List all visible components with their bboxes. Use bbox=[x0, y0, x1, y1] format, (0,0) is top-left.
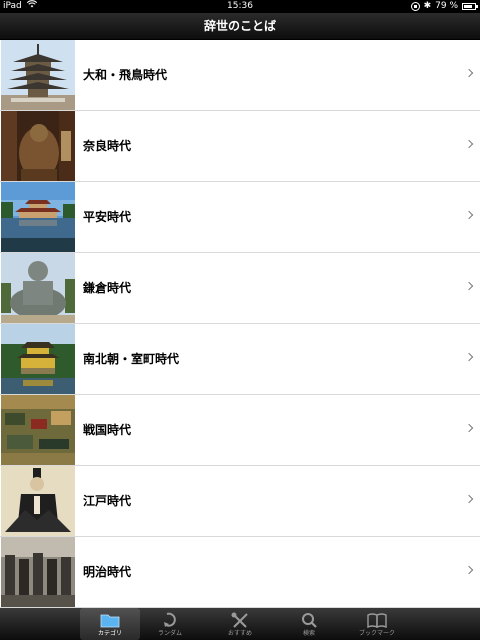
list-item-label: 大和・飛鳥時代 bbox=[83, 68, 168, 82]
tab-label: 検索 bbox=[302, 630, 315, 637]
list-item[interactable]: 平安時代 bbox=[0, 182, 480, 253]
chevron-right-icon bbox=[464, 139, 474, 149]
refresh-icon bbox=[164, 612, 176, 627]
list-item[interactable]: 明治時代 bbox=[0, 537, 480, 608]
battle-painting-image bbox=[1, 395, 75, 465]
battery-percent: 79 % bbox=[435, 1, 458, 11]
rotation-lock-icon bbox=[410, 2, 420, 11]
chevron-right-icon bbox=[464, 210, 474, 220]
list-item-label: 江戸時代 bbox=[83, 494, 132, 508]
list-item-label: 明治時代 bbox=[83, 565, 132, 579]
samurai-portrait-image bbox=[1, 466, 75, 536]
meiji-photo-image bbox=[1, 537, 75, 607]
golden-pavilion-image bbox=[1, 324, 75, 394]
chevron-right-icon bbox=[464, 494, 474, 504]
tab-label: ブックマーク bbox=[358, 630, 395, 637]
category-list: 大和・飛鳥時代 奈良時代 平安時代 鎌倉時代 南北朝・室町時代 戦国時代 江戸時… bbox=[0, 40, 480, 608]
status-bar: iPad 15:36 ✱ 79 % bbox=[0, 0, 480, 13]
tab-label: ランダム bbox=[157, 630, 182, 637]
chevron-right-icon bbox=[464, 352, 474, 362]
tab-label: カテゴリ bbox=[97, 630, 122, 637]
tab-bookmark[interactable]: ブックマーク bbox=[347, 608, 407, 640]
tab-label: おすすめ bbox=[227, 630, 252, 637]
list-item[interactable]: 鎌倉時代 bbox=[0, 253, 480, 324]
list-item-label: 鎌倉時代 bbox=[83, 281, 132, 295]
list-item-label: 南北朝・室町時代 bbox=[83, 352, 180, 366]
pagoda-image bbox=[1, 40, 75, 110]
tab-bar: カテゴリ ランダム おすすめ 検索 ブックマーク bbox=[0, 608, 480, 640]
list-item-label: 奈良時代 bbox=[83, 139, 132, 153]
list-item-label: 戦国時代 bbox=[83, 423, 132, 437]
chevron-right-icon bbox=[464, 281, 474, 291]
list-item[interactable]: 大和・飛鳥時代 bbox=[0, 40, 480, 111]
tab-recommended[interactable]: おすすめ bbox=[210, 608, 270, 640]
chevron-right-icon bbox=[464, 565, 474, 575]
great-buddha-image bbox=[1, 253, 75, 323]
buddha-statue-image bbox=[1, 111, 75, 181]
utensils-icon bbox=[231, 612, 248, 628]
status-time: 15:36 bbox=[227, 1, 253, 11]
navigation-bar: 辞世のことば bbox=[0, 13, 480, 40]
search-icon bbox=[302, 613, 317, 628]
list-item[interactable]: 奈良時代 bbox=[0, 111, 480, 182]
chevron-right-icon bbox=[464, 68, 474, 78]
battery-icon bbox=[462, 3, 478, 10]
folder-icon bbox=[100, 614, 120, 628]
list-item-label: 平安時代 bbox=[83, 210, 132, 224]
temple-pond-image bbox=[1, 182, 75, 252]
tab-search[interactable]: 検索 bbox=[279, 608, 339, 640]
list-item[interactable]: 南北朝・室町時代 bbox=[0, 324, 480, 395]
list-item[interactable]: 戦国時代 bbox=[0, 395, 480, 466]
tab-category[interactable]: カテゴリ bbox=[80, 608, 140, 640]
bluetooth-icon: ✱ bbox=[423, 1, 432, 11]
tab-random[interactable]: ランダム bbox=[140, 608, 200, 640]
chevron-right-icon bbox=[464, 423, 474, 433]
book-icon bbox=[367, 613, 387, 629]
page-title: 辞世のことば bbox=[203, 19, 276, 33]
list-item[interactable]: 江戸時代 bbox=[0, 466, 480, 537]
